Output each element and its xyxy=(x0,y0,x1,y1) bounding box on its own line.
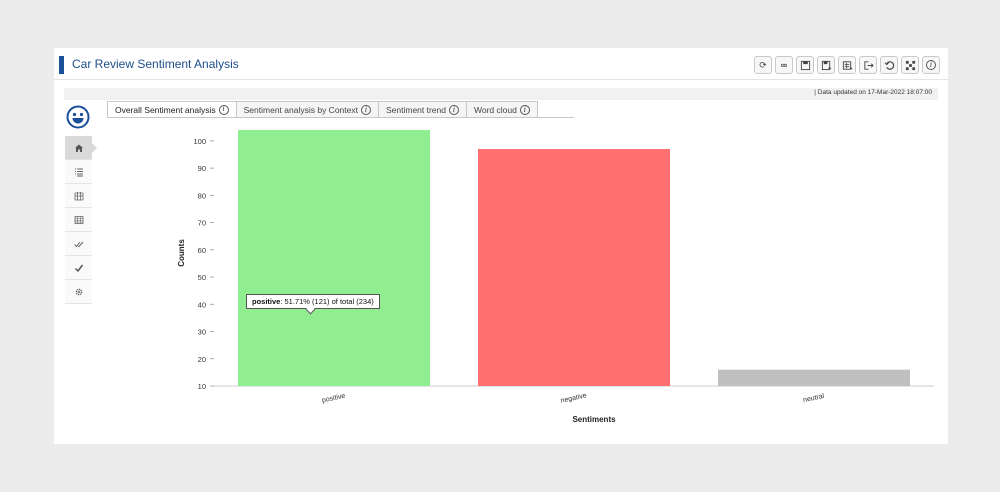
grid-icon xyxy=(905,60,915,70)
y-tick-label: 70 xyxy=(198,219,206,228)
tab-label: Overall Sentiment analysis xyxy=(115,104,216,115)
y-tick-label: 20 xyxy=(198,355,206,364)
save-icon xyxy=(800,60,810,70)
smiley-logo-icon xyxy=(66,105,90,129)
y-axis-title: Counts xyxy=(177,239,186,267)
info-icon[interactable]: i xyxy=(218,104,229,115)
x-tick-label: negative xyxy=(560,392,587,404)
nav-item-double-check[interactable] xyxy=(65,232,92,256)
y-tick-label: 30 xyxy=(198,328,206,337)
nav-item-home[interactable] xyxy=(65,136,97,160)
x-tick-label: positive xyxy=(321,393,346,405)
y-tick-label: 60 xyxy=(198,246,206,255)
save-as-button[interactable] xyxy=(817,56,835,74)
info-icon[interactable]: i xyxy=(360,105,371,115)
y-tick-label: 50 xyxy=(198,273,206,282)
dashboard-panel: Car Review Sentiment Analysis ⟳ ∞ i | Da… xyxy=(54,48,948,444)
tab-label: Word cloud xyxy=(474,105,517,115)
sentiment-bar-chart: 10 20 30 40 50 60 70 80 90 100 positive negative neu… xyxy=(177,130,934,424)
info-icon[interactable]: i xyxy=(449,105,459,115)
nav-item-table[interactable] xyxy=(65,208,92,232)
tab-overall-sentiment[interactable]: Overall Sentiment analysis i xyxy=(107,101,237,118)
nav-item-calendar[interactable] xyxy=(65,184,92,208)
nav-item-list[interactable] xyxy=(65,160,92,184)
tab-bar: Overall Sentiment analysis i Sentiment a… xyxy=(107,101,538,118)
tab-underline xyxy=(107,117,574,118)
refresh-icon: ⟳ xyxy=(759,59,767,70)
bar-negative xyxy=(478,149,670,386)
y-tick-label: 10 xyxy=(198,382,206,391)
settings-icon xyxy=(75,288,82,295)
link-button[interactable]: ∞ xyxy=(775,56,793,74)
y-tick-label: 80 xyxy=(198,191,206,200)
tab-sentiment-trend[interactable]: Sentiment trend i xyxy=(378,101,467,118)
bar-positive xyxy=(238,130,430,386)
x-axis-title: Sentiments xyxy=(572,415,616,424)
page-title: Car Review Sentiment Analysis xyxy=(72,57,239,71)
info-icon: i xyxy=(926,60,936,70)
export-icon xyxy=(842,60,852,70)
y-tick-label: 90 xyxy=(198,164,206,173)
x-tick-label: neutral xyxy=(802,393,825,404)
y-tick-label: 40 xyxy=(198,300,206,309)
reset-icon xyxy=(884,60,894,70)
grid-button[interactable] xyxy=(901,56,919,74)
home-icon xyxy=(74,144,83,152)
export-button[interactable] xyxy=(838,56,856,74)
tab-sentiment-by-context[interactable]: Sentiment analysis by Context i xyxy=(236,101,379,118)
tab-label: Sentiment analysis by Context xyxy=(243,105,358,115)
bar-neutral xyxy=(718,369,910,386)
save-as-icon xyxy=(821,60,831,70)
title-accent-bar xyxy=(59,56,64,74)
nav-item-settings[interactable] xyxy=(65,280,92,304)
link-icon: ∞ xyxy=(780,60,788,70)
calendar-grid-icon xyxy=(74,191,83,200)
refresh-button[interactable]: ⟳ xyxy=(754,56,772,74)
toolbar: ⟳ ∞ i xyxy=(754,56,940,74)
data-updated-text: | Data updated on 17-Mar-2022 18:07:00 xyxy=(814,89,932,96)
nav-item-check[interactable] xyxy=(65,256,92,280)
chart-tooltip: positive: 51.71% (121) of total (234) xyxy=(246,294,380,309)
tooltip-text: : 51.71% (121) of total (234) xyxy=(280,297,374,306)
title-bar: Car Review Sentiment Analysis ⟳ ∞ i xyxy=(54,48,948,80)
info-icon[interactable]: i xyxy=(519,105,530,115)
check-icon xyxy=(74,264,83,272)
status-bar: | Data updated on 17-Mar-2022 18:07:00 xyxy=(64,88,938,100)
double-check-icon xyxy=(73,241,83,247)
y-tick-label: 100 xyxy=(193,137,206,146)
list-icon xyxy=(74,168,83,176)
tooltip-label: positive xyxy=(252,297,281,306)
side-navigation xyxy=(65,136,97,304)
info-button[interactable]: i xyxy=(922,56,940,74)
save-button[interactable] xyxy=(796,56,814,74)
reset-button[interactable] xyxy=(880,56,898,74)
logout-button[interactable] xyxy=(859,56,877,74)
tab-label: Sentiment trend xyxy=(385,105,446,115)
logout-icon xyxy=(863,60,874,70)
table-icon xyxy=(74,215,83,224)
tab-word-cloud[interactable]: Word cloud i xyxy=(467,101,538,118)
